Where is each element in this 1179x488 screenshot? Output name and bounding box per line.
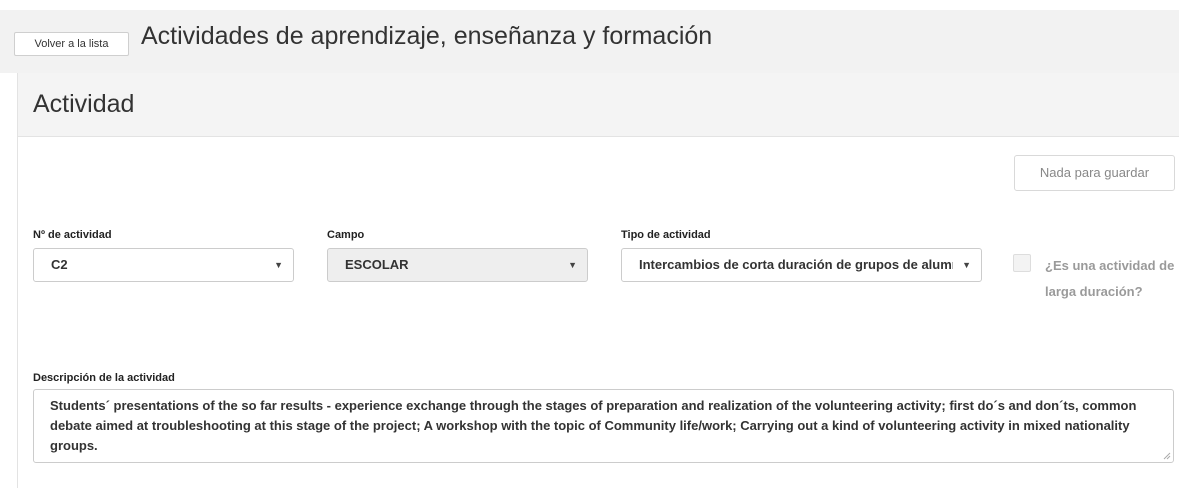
long-duration-label: ¿Es una actividad de larga duración? [1045, 258, 1175, 299]
caret-down-icon: ▼ [962, 260, 971, 270]
caret-down-icon: ▼ [568, 260, 577, 270]
description-text: Students´ presentations of the so far re… [50, 398, 1137, 453]
description-label: Descripción de la actividad [33, 372, 175, 384]
tipo-value: Intercambios de corta duración de grupos… [639, 257, 953, 272]
campo-value: ESCOLAR [345, 257, 409, 272]
save-button[interactable]: Nada para guardar [1014, 155, 1175, 191]
activity-number-value: C2 [51, 257, 68, 272]
activity-number-label: Nº de actividad [33, 229, 112, 241]
activity-number-select[interactable]: C2 ▼ [33, 248, 294, 282]
panel-header: Actividad [18, 73, 1179, 137]
campo-label: Campo [327, 229, 365, 241]
back-to-list-button[interactable]: Volver a la lista [14, 32, 129, 56]
page-title: Actividades de aprendizaje, enseñanza y … [141, 22, 713, 50]
long-duration-checkbox[interactable] [1013, 254, 1031, 272]
panel-title: Actividad [33, 90, 135, 118]
tipo-select[interactable]: Intercambios de corta duración de grupos… [621, 248, 982, 282]
resize-grip-icon[interactable] [1163, 452, 1171, 460]
description-textarea[interactable]: Students´ presentations of the so far re… [33, 389, 1174, 463]
campo-select[interactable]: ESCOLAR ▼ [327, 248, 588, 282]
caret-down-icon: ▼ [274, 260, 283, 270]
tipo-label: Tipo de actividad [621, 229, 711, 241]
